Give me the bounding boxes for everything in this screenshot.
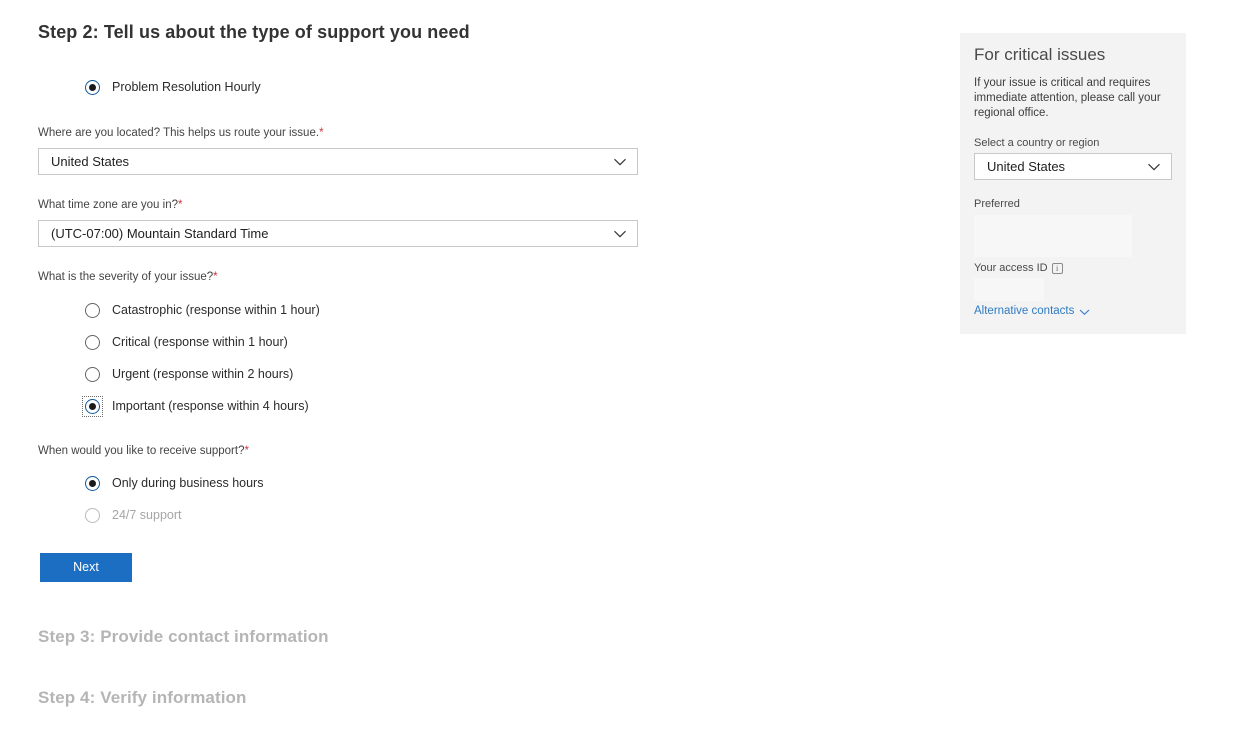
radio-severity-critical[interactable]: Critical (response within 1 hour) — [85, 332, 288, 352]
radio-indicator — [85, 335, 100, 350]
chevron-down-icon — [613, 229, 627, 239]
required-asterisk: * — [213, 271, 217, 283]
timezone-dropdown[interactable]: (UTC-07:00) Mountain Standard Time — [38, 220, 638, 247]
chevron-down-icon — [613, 157, 627, 167]
info-icon[interactable]: i — [1052, 263, 1063, 274]
location-value: United States — [51, 154, 129, 169]
radio-label: 24/7 support — [112, 508, 182, 522]
severity-label: What is the severity of your issue?* — [38, 271, 218, 283]
radio-label: Only during business hours — [112, 476, 263, 490]
chevron-down-icon — [1079, 307, 1090, 315]
radio-severity-catastrophic[interactable]: Catastrophic (response within 1 hour) — [85, 300, 320, 320]
radio-indicator — [85, 508, 100, 523]
radio-indicator — [85, 80, 100, 95]
radio-label: Critical (response within 1 hour) — [112, 335, 288, 349]
radio-severity-important[interactable]: Important (response within 4 hours) — [85, 396, 309, 416]
access-id-placeholder — [974, 278, 1044, 301]
preferred-placeholder — [974, 215, 1132, 257]
radio-label: Urgent (response within 2 hours) — [112, 367, 293, 381]
radio-business-hours[interactable]: Only during business hours — [85, 473, 263, 493]
page-title: Step 2: Tell us about the type of suppor… — [38, 22, 470, 43]
panel-title: For critical issues — [974, 45, 1105, 65]
radio-label: Problem Resolution Hourly — [112, 80, 261, 94]
panel-country-dropdown[interactable]: United States — [974, 153, 1172, 180]
radio-severity-urgent[interactable]: Urgent (response within 2 hours) — [85, 364, 293, 384]
location-dropdown[interactable]: United States — [38, 148, 638, 175]
step-3-heading[interactable]: Step 3: Provide contact information — [38, 627, 329, 647]
timezone-value: (UTC-07:00) Mountain Standard Time — [51, 226, 268, 241]
support-window-label: When would you like to receive support?* — [38, 445, 249, 457]
focus-outline — [82, 396, 103, 417]
country-select-label: Select a country or region — [974, 137, 1099, 149]
radio-indicator — [85, 367, 100, 382]
alternative-contacts-link[interactable]: Alternative contacts — [974, 305, 1090, 317]
required-asterisk: * — [244, 445, 248, 457]
radio-indicator — [85, 303, 100, 318]
panel-description: If your issue is critical and requires i… — [974, 76, 1174, 121]
panel-country-value: United States — [987, 159, 1065, 174]
access-id-label: Your access IDi — [974, 262, 1063, 274]
radio-indicator — [85, 399, 100, 414]
step-4-heading[interactable]: Step 4: Verify information — [38, 688, 247, 708]
radio-indicator — [85, 476, 100, 491]
radio-24-7-support: 24/7 support — [85, 505, 182, 525]
preferred-label: Preferred — [974, 198, 1020, 210]
timezone-label: What time zone are you in?* — [38, 199, 182, 211]
location-label: Where are you located? This helps us rou… — [38, 127, 324, 139]
required-asterisk: * — [319, 127, 323, 139]
chevron-down-icon — [1147, 162, 1161, 172]
radio-label: Important (response within 4 hours) — [112, 399, 309, 413]
alternative-contacts-label: Alternative contacts — [974, 305, 1074, 317]
next-button[interactable]: Next — [40, 553, 132, 582]
radio-problem-resolution-hourly[interactable]: Problem Resolution Hourly — [85, 77, 261, 97]
required-asterisk: * — [178, 199, 182, 211]
radio-label: Catastrophic (response within 1 hour) — [112, 303, 320, 317]
critical-issues-panel: For critical issues If your issue is cri… — [960, 33, 1186, 334]
